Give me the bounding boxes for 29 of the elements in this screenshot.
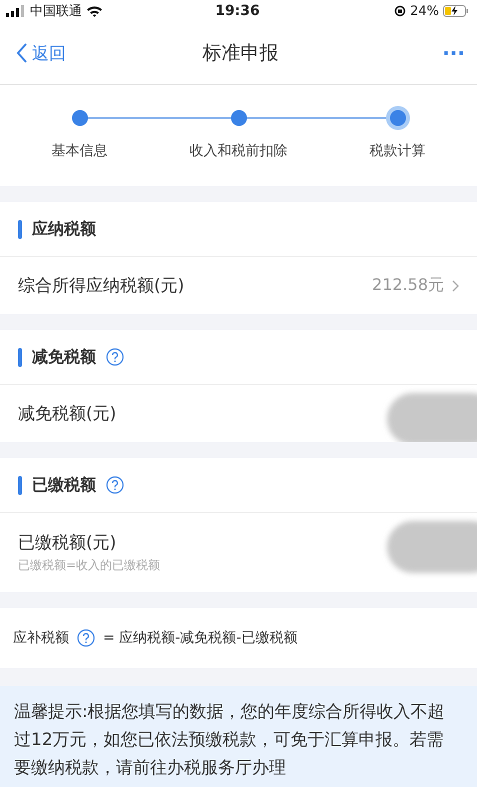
section-title: 减免税额	[32, 346, 96, 368]
row-label: 已缴税额(元)	[18, 532, 118, 554]
signal-icon	[6, 5, 26, 17]
battery-percent: 24%	[410, 4, 439, 18]
page-title: 标准申报	[202, 41, 278, 66]
chevron-right-icon	[452, 280, 459, 292]
step-label: 收入和税前扣除	[190, 142, 288, 160]
back-button[interactable]: 返回	[16, 42, 96, 64]
formula-expression: = 应纳税额-减免税额-已缴税额	[103, 629, 298, 647]
section-title: 应纳税额	[32, 218, 96, 240]
orientation-lock-icon	[394, 5, 406, 17]
amount-value[interactable]: 212.58元	[372, 275, 444, 296]
clock-time: 19:36	[215, 3, 260, 19]
step-label: 基本信息	[52, 142, 108, 160]
wifi-icon	[86, 5, 103, 17]
carrier-name: 中国联通	[30, 3, 82, 20]
formula-label: 应补税额	[13, 629, 69, 647]
help-icon[interactable]	[106, 476, 124, 494]
help-icon[interactable]	[106, 348, 124, 366]
row-label: 综合所得应纳税额(元)	[18, 275, 186, 297]
tip-text: 温馨提示:根据您填写的数据，您的年度综合所得收入不超过12万元，如您已依法预缴税款，可免于汇算申报。若需要缴纳税款，请前往办税服务厅办理	[0, 686, 477, 787]
row-label: 减免税额(元)	[18, 403, 118, 425]
help-icon[interactable]	[77, 629, 95, 647]
section-title: 已缴税额	[32, 474, 96, 496]
battery-icon	[442, 5, 469, 17]
chevron-left-icon	[16, 43, 28, 63]
step-label: 税款计算	[370, 142, 426, 160]
row-hint: 已缴税额=收入的已缴税额	[18, 557, 162, 574]
more-button[interactable]: ···	[385, 41, 465, 65]
